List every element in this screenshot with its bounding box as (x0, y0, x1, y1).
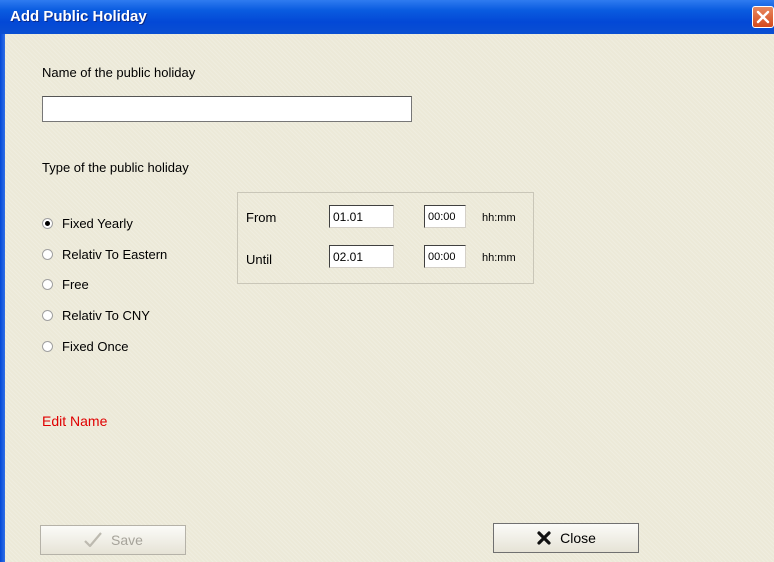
from-time-input[interactable] (424, 205, 466, 228)
radio-button[interactable] (42, 248, 53, 260)
radio-fixed-yearly[interactable]: Fixed Yearly (42, 213, 133, 233)
save-button-label: Save (111, 532, 143, 548)
window-title: Add Public Holiday (10, 8, 147, 25)
radio-button[interactable] (42, 309, 53, 321)
add-public-holiday-dialog: Add Public Holiday Name of the public ho… (0, 0, 774, 562)
radio-free[interactable]: Free (42, 274, 89, 294)
until-date-input[interactable] (329, 245, 394, 268)
name-field-label: Name of the public holiday (42, 65, 196, 80)
from-time-unit: hh:mm (482, 212, 516, 224)
radio-relativ-to-eastern[interactable]: Relativ To Eastern (42, 244, 167, 264)
radio-label: Relativ To Eastern (62, 246, 168, 262)
checkmark-icon (83, 531, 103, 549)
close-button[interactable]: Close (493, 523, 639, 553)
radio-button[interactable] (42, 217, 53, 229)
from-date-input[interactable] (329, 205, 394, 228)
until-label: Until (246, 252, 273, 267)
radio-label: Free (62, 276, 89, 292)
radio-label: Relativ To CNY (62, 307, 150, 323)
radio-label: Fixed Yearly (62, 215, 133, 231)
title-bar[interactable]: Add Public Holiday (0, 0, 774, 34)
window-close-button[interactable] (752, 6, 774, 28)
status-message: Edit Name (42, 413, 108, 429)
close-icon (756, 10, 770, 24)
window-border (0, 34, 5, 562)
radio-label: Fixed Once (62, 338, 129, 354)
radio-button[interactable] (42, 278, 53, 290)
radio-fixed-once[interactable]: Fixed Once (42, 336, 128, 356)
until-time-input[interactable] (424, 245, 466, 268)
type-label: Type of the public holiday (42, 160, 189, 175)
close-x-icon (536, 530, 552, 546)
radio-button[interactable] (42, 340, 53, 352)
close-button-label: Close (560, 530, 596, 546)
save-button[interactable]: Save (40, 525, 186, 555)
from-label: From (246, 210, 277, 225)
until-time-unit: hh:mm (482, 252, 516, 264)
holiday-name-input[interactable] (42, 96, 412, 122)
radio-relativ-to-cny[interactable]: Relativ To CNY (42, 305, 150, 325)
